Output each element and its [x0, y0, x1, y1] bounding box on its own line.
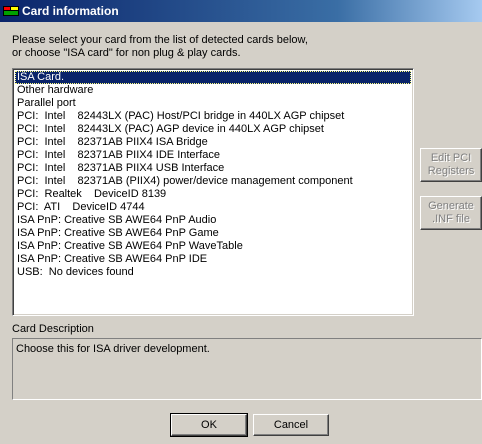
- instructions-text: Please select your card from the list of…: [12, 34, 308, 60]
- generate-inf-label-line-1: Generate: [428, 200, 474, 212]
- card-listbox[interactable]: ISA Card. Other hardware Parallel port PCI:…: [12, 68, 414, 316]
- card-description-label: Card Description: [12, 323, 94, 335]
- list-item[interactable]: PCI: ATI DeviceID 4744: [15, 201, 411, 214]
- list-item[interactable]: PCI: Intel 82371AB PIIX4 USB Interface: [15, 162, 411, 175]
- card-information-dialog: Card information Please select your card…: [0, 0, 482, 444]
- window-title: Card information: [22, 4, 119, 18]
- card-description-text: Choose this for ISA driver development.: [16, 343, 210, 355]
- card-description-box: Choose this for ISA driver development.: [12, 338, 482, 400]
- list-item[interactable]: PCI: Intel 82443LX (PAC) AGP device in 4…: [15, 123, 411, 136]
- edit-pci-label-line-2: Registers: [427, 165, 475, 177]
- list-item[interactable]: PCI: Intel 82371AB PIIX4 ISA Bridge: [15, 136, 411, 149]
- list-item[interactable]: PCI: Intel 82371AB PIIX4 IDE Interface: [15, 149, 411, 162]
- edit-pci-registers-button[interactable]: Edit PCI Registers: [420, 148, 482, 182]
- instructions-line-1: Please select your card from the list of…: [12, 34, 308, 46]
- instructions-line-2: or choose "ISA card" for non plug & play…: [12, 47, 241, 59]
- list-item[interactable]: PCI: Realtek DeviceID 8139: [15, 188, 411, 201]
- list-item[interactable]: Parallel port: [15, 97, 411, 110]
- edit-pci-label-line-1: Edit PCI: [430, 152, 472, 164]
- list-item[interactable]: PCI: Intel 82371AB (PIIX4) power/device …: [15, 175, 411, 188]
- list-item[interactable]: ISA PnP: Creative SB AWE64 PnP Game: [15, 227, 411, 240]
- list-item[interactable]: PCI: Intel 82443LX (PAC) Host/PCI bridge…: [15, 110, 411, 123]
- list-item[interactable]: ISA Card.: [15, 71, 411, 84]
- cancel-button[interactable]: Cancel: [253, 414, 329, 436]
- list-item[interactable]: ISA PnP: Creative SB AWE64 PnP Audio: [15, 214, 411, 227]
- app-icon: [3, 6, 19, 16]
- ok-button[interactable]: OK: [170, 413, 248, 437]
- title-bar[interactable]: Card information: [0, 0, 482, 22]
- generate-inf-label-line-2: .INF file: [432, 213, 470, 225]
- list-item[interactable]: USB: No devices found: [15, 266, 411, 279]
- list-item[interactable]: Other hardware: [15, 84, 411, 97]
- list-item[interactable]: ISA PnP: Creative SB AWE64 PnP WaveTable: [15, 240, 411, 253]
- generate-inf-file-button[interactable]: Generate .INF file: [420, 196, 482, 230]
- list-item[interactable]: ISA PnP: Creative SB AWE64 PnP IDE: [15, 253, 411, 266]
